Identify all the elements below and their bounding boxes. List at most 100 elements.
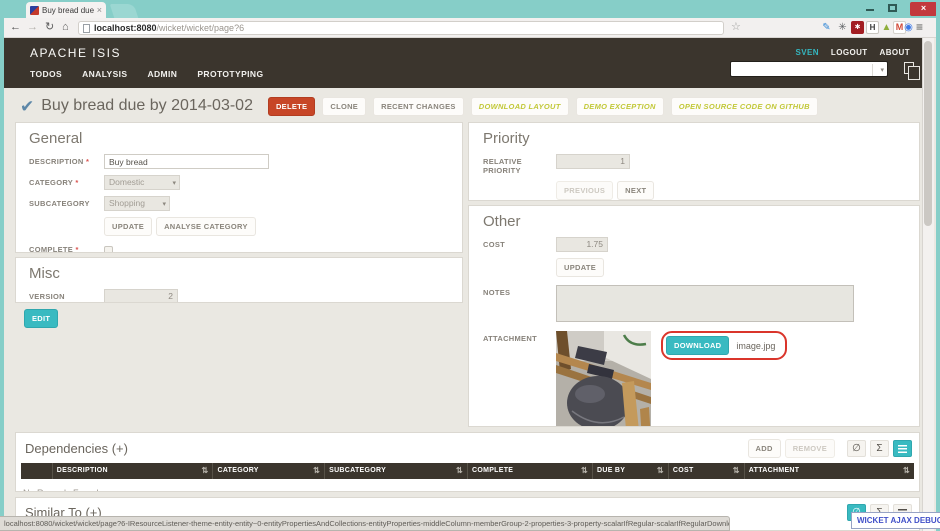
url-path: /wicket/wicket/page?6	[157, 23, 245, 33]
url-text[interactable]: localhost:8080/wicket/wicket/page?6	[94, 23, 244, 33]
entity-title-row: ✔ Buy bread due by 2014-03-02 DELETE CLO…	[20, 94, 818, 118]
summary-sigma-icon[interactable]: Σ	[870, 440, 889, 457]
maximize-button[interactable]	[888, 4, 897, 12]
menu-item-prototyping[interactable]: PROTOTYPING	[197, 69, 263, 79]
menu-item-admin[interactable]: ADMIN	[147, 69, 177, 79]
window-edge-right	[936, 0, 940, 531]
status-bar: localhost:8080/wicket/wicket/page?6-IRes…	[0, 516, 730, 531]
browser-menu-icon[interactable]: ≡	[916, 21, 923, 34]
drive-extension-icon[interactable]: ▲	[880, 21, 893, 34]
analyse-category-button[interactable]: ANALYSE CATEGORY	[156, 217, 256, 236]
copy-icon[interactable]	[904, 62, 914, 74]
hide-columns-icon[interactable]: ∅	[847, 440, 866, 457]
back-icon[interactable]: ←	[10, 20, 21, 35]
description-label: DESCRIPTION *	[29, 154, 104, 166]
url-host: localhost:8080	[94, 23, 157, 33]
notes-label: NOTES	[483, 285, 556, 297]
bookmark-star-icon[interactable]: ☆	[731, 20, 741, 33]
app-brand[interactable]: APACHE ISIS	[30, 46, 121, 60]
browser-tab[interactable]: Buy bread due by 20 ×	[26, 2, 106, 18]
download-layout-button[interactable]: DOWNLOAD LAYOUT	[471, 97, 569, 116]
notes-textarea	[556, 285, 854, 322]
complete-checkbox	[104, 246, 113, 253]
about-link[interactable]: ABOUT	[880, 48, 910, 57]
general-heading: General	[29, 130, 462, 147]
add-button[interactable]: ADD	[748, 439, 781, 458]
download-button[interactable]: DOWNLOAD	[666, 336, 729, 355]
column-cost[interactable]: COST⇅	[668, 463, 744, 479]
column-description[interactable]: DESCRIPTION⇅	[52, 463, 213, 479]
update-cost-button[interactable]: UPDATE	[556, 258, 604, 277]
logout-link[interactable]: LOGOUT	[831, 48, 868, 57]
column-due-by[interactable]: DUE BY⇅	[593, 463, 669, 479]
asterisk-extension-icon[interactable]: ✱	[851, 21, 864, 34]
description-input[interactable]	[104, 154, 269, 169]
column-category[interactable]: CATEGORY⇅	[213, 463, 325, 479]
category-select: Domestic▾	[104, 175, 180, 190]
wicket-ajax-debug-link[interactable]: WICKET AJAX DEBUG	[851, 512, 940, 529]
sort-icon: ⇅	[201, 467, 208, 475]
remove-button: REMOVE	[785, 439, 835, 458]
priority-panel: Priority RELATIVE PRIORITY 1 PREVIOUS NE…	[468, 122, 920, 201]
tab-title: Buy bread due by 20	[42, 6, 94, 15]
no-records-text: No Records Found	[16, 479, 919, 492]
tab-close-icon[interactable]: ×	[97, 6, 102, 15]
menu-item-todos[interactable]: TODOS	[30, 69, 62, 79]
category-label: CATEGORY *	[29, 175, 104, 187]
chevron-down-icon[interactable]: ▾	[880, 66, 884, 74]
cost-field: 1.75	[556, 237, 608, 252]
forward-icon[interactable]: →	[27, 20, 38, 35]
delete-button[interactable]: DELETE	[268, 97, 315, 116]
browser-window: Buy bread due by 20 × × ← → ↻ ⌂ localhos…	[0, 0, 940, 531]
dependencies-table: DESCRIPTION⇅ CATEGORY⇅ SUBCATEGORY⇅ COMP…	[21, 463, 914, 479]
next-button[interactable]: NEXT	[617, 181, 654, 200]
sort-icon: ⇅	[313, 467, 320, 475]
scrollbar-thumb[interactable]	[924, 41, 932, 226]
attachment-image	[556, 331, 651, 427]
sort-icon: ⇅	[903, 467, 910, 475]
relative-priority-field: 1	[556, 154, 630, 169]
attachment-filename: image.jpg	[736, 341, 775, 351]
demo-exception-button[interactable]: DEMO EXCEPTION	[576, 97, 664, 116]
fan-extension-icon[interactable]: ✳	[836, 21, 849, 34]
clone-button[interactable]: CLONE	[322, 97, 366, 116]
subcategory-select: Shopping▾	[104, 196, 170, 211]
h-extension-icon[interactable]: H	[866, 21, 879, 34]
red-annotation: DOWNLOAD image.jpg	[661, 331, 787, 360]
user-menu[interactable]: SVEN	[796, 48, 819, 57]
version-label: VERSION	[29, 289, 104, 301]
close-window-button[interactable]: ×	[910, 2, 937, 16]
select-column-header	[21, 463, 52, 479]
sort-icon: ⇅	[657, 467, 664, 475]
menu-item-analysis[interactable]: ANALYSIS	[82, 69, 127, 79]
column-subcategory[interactable]: SUBCATEGORY⇅	[325, 463, 468, 479]
column-complete[interactable]: COMPLETE⇅	[467, 463, 592, 479]
minimize-button[interactable]	[866, 9, 874, 11]
header-search-select[interactable]: ▾	[730, 61, 888, 77]
column-attachment[interactable]: ATTACHMENT⇅	[744, 463, 914, 479]
complete-label: COMPLETE *	[29, 242, 104, 253]
pencil-extension-icon[interactable]: ✎	[820, 21, 833, 34]
dependencies-panel: Dependencies (+) ADD REMOVE ∅ Σ DESCRIPT…	[15, 432, 920, 492]
open-source-button[interactable]: OPEN SOURCE CODE ON GITHUB	[671, 97, 818, 116]
app-header: APACHE ISIS SVEN LOGOUT ABOUT TODOS ANAL…	[4, 38, 922, 88]
priority-heading: Priority	[483, 130, 919, 147]
circle-extension-icon[interactable]: ◉	[902, 21, 915, 34]
home-icon[interactable]: ⌂	[62, 20, 69, 35]
cost-label: COST	[483, 237, 556, 249]
reload-icon[interactable]: ↻	[45, 20, 54, 35]
recent-changes-button[interactable]: RECENT CHANGES	[373, 97, 464, 116]
chevron-down-icon: ▾	[172, 177, 176, 190]
subcategory-label: SUBCATEGORY	[29, 196, 104, 208]
other-heading: Other	[483, 213, 919, 230]
address-bar[interactable]: localhost:8080/wicket/wicket/page?6	[78, 21, 724, 35]
update-button[interactable]: UPDATE	[104, 217, 152, 236]
chevron-down-icon: ▾	[162, 198, 166, 211]
dependencies-heading[interactable]: Dependencies (+)	[25, 441, 128, 456]
browser-toolbar: ← → ↻ ⌂ localhost:8080/wicket/wicket/pag…	[4, 18, 936, 38]
list-view-icon[interactable]	[893, 440, 912, 457]
edit-button[interactable]: EDIT	[24, 309, 58, 328]
browser-titlebar	[0, 0, 940, 18]
sort-icon: ⇅	[456, 467, 463, 475]
other-panel: Other COST 1.75 UPDATE NOTES ATTACHMENT	[468, 205, 920, 427]
